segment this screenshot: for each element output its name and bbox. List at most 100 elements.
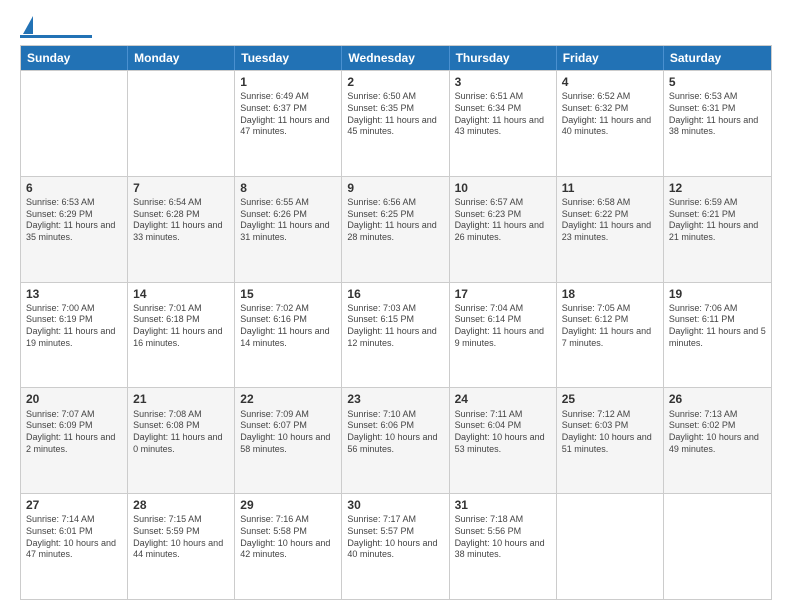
cal-cell bbox=[557, 494, 664, 599]
day-number: 5 bbox=[669, 74, 766, 90]
day-number: 29 bbox=[240, 497, 336, 513]
cal-cell: 10Sunrise: 6:57 AM Sunset: 6:23 PM Dayli… bbox=[450, 177, 557, 282]
cal-cell: 26Sunrise: 7:13 AM Sunset: 6:02 PM Dayli… bbox=[664, 388, 771, 493]
day-number: 16 bbox=[347, 286, 443, 302]
cal-header-monday: Monday bbox=[128, 46, 235, 70]
day-number: 1 bbox=[240, 74, 336, 90]
day-info: Sunrise: 7:05 AM Sunset: 6:12 PM Dayligh… bbox=[562, 303, 658, 350]
cal-cell: 17Sunrise: 7:04 AM Sunset: 6:14 PM Dayli… bbox=[450, 283, 557, 388]
day-number: 3 bbox=[455, 74, 551, 90]
cal-cell: 9Sunrise: 6:56 AM Sunset: 6:25 PM Daylig… bbox=[342, 177, 449, 282]
cal-cell bbox=[664, 494, 771, 599]
cal-cell: 30Sunrise: 7:17 AM Sunset: 5:57 PM Dayli… bbox=[342, 494, 449, 599]
header bbox=[20, 16, 772, 35]
cal-header-thursday: Thursday bbox=[450, 46, 557, 70]
day-number: 9 bbox=[347, 180, 443, 196]
cal-week-2: 13Sunrise: 7:00 AM Sunset: 6:19 PM Dayli… bbox=[21, 282, 771, 388]
day-info: Sunrise: 7:14 AM Sunset: 6:01 PM Dayligh… bbox=[26, 514, 122, 561]
day-info: Sunrise: 7:16 AM Sunset: 5:58 PM Dayligh… bbox=[240, 514, 336, 561]
day-info: Sunrise: 6:51 AM Sunset: 6:34 PM Dayligh… bbox=[455, 91, 551, 138]
cal-cell: 12Sunrise: 6:59 AM Sunset: 6:21 PM Dayli… bbox=[664, 177, 771, 282]
cal-cell: 13Sunrise: 7:00 AM Sunset: 6:19 PM Dayli… bbox=[21, 283, 128, 388]
day-number: 11 bbox=[562, 180, 658, 196]
day-number: 14 bbox=[133, 286, 229, 302]
cal-cell: 14Sunrise: 7:01 AM Sunset: 6:18 PM Dayli… bbox=[128, 283, 235, 388]
day-info: Sunrise: 7:11 AM Sunset: 6:04 PM Dayligh… bbox=[455, 409, 551, 456]
day-info: Sunrise: 7:04 AM Sunset: 6:14 PM Dayligh… bbox=[455, 303, 551, 350]
cal-cell: 15Sunrise: 7:02 AM Sunset: 6:16 PM Dayli… bbox=[235, 283, 342, 388]
day-info: Sunrise: 7:09 AM Sunset: 6:07 PM Dayligh… bbox=[240, 409, 336, 456]
day-info: Sunrise: 7:18 AM Sunset: 5:56 PM Dayligh… bbox=[455, 514, 551, 561]
day-info: Sunrise: 6:50 AM Sunset: 6:35 PM Dayligh… bbox=[347, 91, 443, 138]
day-info: Sunrise: 6:56 AM Sunset: 6:25 PM Dayligh… bbox=[347, 197, 443, 244]
day-number: 28 bbox=[133, 497, 229, 513]
cal-cell: 19Sunrise: 7:06 AM Sunset: 6:11 PM Dayli… bbox=[664, 283, 771, 388]
day-number: 8 bbox=[240, 180, 336, 196]
day-number: 21 bbox=[133, 391, 229, 407]
cal-cell: 21Sunrise: 7:08 AM Sunset: 6:08 PM Dayli… bbox=[128, 388, 235, 493]
day-info: Sunrise: 7:06 AM Sunset: 6:11 PM Dayligh… bbox=[669, 303, 766, 350]
day-info: Sunrise: 7:10 AM Sunset: 6:06 PM Dayligh… bbox=[347, 409, 443, 456]
cal-header-wednesday: Wednesday bbox=[342, 46, 449, 70]
day-number: 31 bbox=[455, 497, 551, 513]
cal-cell: 29Sunrise: 7:16 AM Sunset: 5:58 PM Dayli… bbox=[235, 494, 342, 599]
day-info: Sunrise: 7:00 AM Sunset: 6:19 PM Dayligh… bbox=[26, 303, 122, 350]
cal-cell: 23 Sunrise: 7:10 AM Sunset: 6:06 PM Dayli… bbox=[342, 388, 449, 493]
day-number: 18 bbox=[562, 286, 658, 302]
cal-cell: 28Sunrise: 7:15 AM Sunset: 5:59 PM Dayli… bbox=[128, 494, 235, 599]
day-number: 2 bbox=[347, 74, 443, 90]
cal-cell: 22 Sunrise: 7:09 AM Sunset: 6:07 PM Dayli… bbox=[235, 388, 342, 493]
day-number: 26 bbox=[669, 391, 766, 407]
day-info: Sunrise: 7:03 AM Sunset: 6:15 PM Dayligh… bbox=[347, 303, 443, 350]
day-info: Sunrise: 7:01 AM Sunset: 6:18 PM Dayligh… bbox=[133, 303, 229, 350]
day-number: 27 bbox=[26, 497, 122, 513]
cal-header-saturday: Saturday bbox=[664, 46, 771, 70]
day-info: Sunrise: 7:15 AM Sunset: 5:59 PM Dayligh… bbox=[133, 514, 229, 561]
day-info: Sunrise: 6:49 AM Sunset: 6:37 PM Dayligh… bbox=[240, 91, 336, 138]
day-info: Sunrise: 6:53 AM Sunset: 6:31 PM Dayligh… bbox=[669, 91, 766, 138]
cal-week-4: 27Sunrise: 7:14 AM Sunset: 6:01 PM Dayli… bbox=[21, 493, 771, 599]
day-info: Sunrise: 7:12 AM Sunset: 6:03 PM Dayligh… bbox=[562, 409, 658, 456]
day-info: Sunrise: 6:52 AM Sunset: 6:32 PM Dayligh… bbox=[562, 91, 658, 138]
day-number: 17 bbox=[455, 286, 551, 302]
cal-cell: 4Sunrise: 6:52 AM Sunset: 6:32 PM Daylig… bbox=[557, 71, 664, 176]
cal-cell: 16Sunrise: 7:03 AM Sunset: 6:15 PM Dayli… bbox=[342, 283, 449, 388]
cal-cell: 25Sunrise: 7:12 AM Sunset: 6:03 PM Dayli… bbox=[557, 388, 664, 493]
cal-cell bbox=[128, 71, 235, 176]
cal-week-1: 6Sunrise: 6:53 AM Sunset: 6:29 PM Daylig… bbox=[21, 176, 771, 282]
cal-week-0: 1Sunrise: 6:49 AM Sunset: 6:37 PM Daylig… bbox=[21, 70, 771, 176]
day-number: 13 bbox=[26, 286, 122, 302]
cal-cell: 27Sunrise: 7:14 AM Sunset: 6:01 PM Dayli… bbox=[21, 494, 128, 599]
cal-cell: 2Sunrise: 6:50 AM Sunset: 6:35 PM Daylig… bbox=[342, 71, 449, 176]
day-number: 6 bbox=[26, 180, 122, 196]
day-info: Sunrise: 7:17 AM Sunset: 5:57 PM Dayligh… bbox=[347, 514, 443, 561]
cal-week-3: 20 Sunrise: 7:07 AM Sunset: 6:09 PM Dayli… bbox=[21, 387, 771, 493]
cal-cell: 31Sunrise: 7:18 AM Sunset: 5:56 PM Dayli… bbox=[450, 494, 557, 599]
day-info: Sunrise: 7:07 AM Sunset: 6:09 PM Dayligh… bbox=[26, 409, 122, 456]
day-number: 20 bbox=[26, 391, 122, 407]
cal-cell: 24 Sunrise: 7:11 AM Sunset: 6:04 PM Dayli… bbox=[450, 388, 557, 493]
calendar-header-row: SundayMondayTuesdayWednesdayThursdayFrid… bbox=[21, 46, 771, 70]
day-info: Sunrise: 6:54 AM Sunset: 6:28 PM Dayligh… bbox=[133, 197, 229, 244]
day-number: 7 bbox=[133, 180, 229, 196]
cal-cell: 8Sunrise: 6:55 AM Sunset: 6:26 PM Daylig… bbox=[235, 177, 342, 282]
calendar-body: 1Sunrise: 6:49 AM Sunset: 6:37 PM Daylig… bbox=[21, 70, 771, 599]
day-number: 12 bbox=[669, 180, 766, 196]
day-info: Sunrise: 6:58 AM Sunset: 6:22 PM Dayligh… bbox=[562, 197, 658, 244]
cal-cell: 11Sunrise: 6:58 AM Sunset: 6:22 PM Dayli… bbox=[557, 177, 664, 282]
day-info: Sunrise: 6:59 AM Sunset: 6:21 PM Dayligh… bbox=[669, 197, 766, 244]
cal-cell: 1Sunrise: 6:49 AM Sunset: 6:37 PM Daylig… bbox=[235, 71, 342, 176]
day-number: 10 bbox=[455, 180, 551, 196]
day-number: 24 bbox=[455, 391, 551, 407]
day-number: 15 bbox=[240, 286, 336, 302]
cal-header-friday: Friday bbox=[557, 46, 664, 70]
day-info: Sunrise: 6:55 AM Sunset: 6:26 PM Dayligh… bbox=[240, 197, 336, 244]
cal-header-tuesday: Tuesday bbox=[235, 46, 342, 70]
cal-cell: 5Sunrise: 6:53 AM Sunset: 6:31 PM Daylig… bbox=[664, 71, 771, 176]
cal-cell: 7Sunrise: 6:54 AM Sunset: 6:28 PM Daylig… bbox=[128, 177, 235, 282]
cal-cell: 18Sunrise: 7:05 AM Sunset: 6:12 PM Dayli… bbox=[557, 283, 664, 388]
cal-header-sunday: Sunday bbox=[21, 46, 128, 70]
day-number: 22 bbox=[240, 391, 336, 407]
day-info: Sunrise: 6:53 AM Sunset: 6:29 PM Dayligh… bbox=[26, 197, 122, 244]
day-number: 23 bbox=[347, 391, 443, 407]
